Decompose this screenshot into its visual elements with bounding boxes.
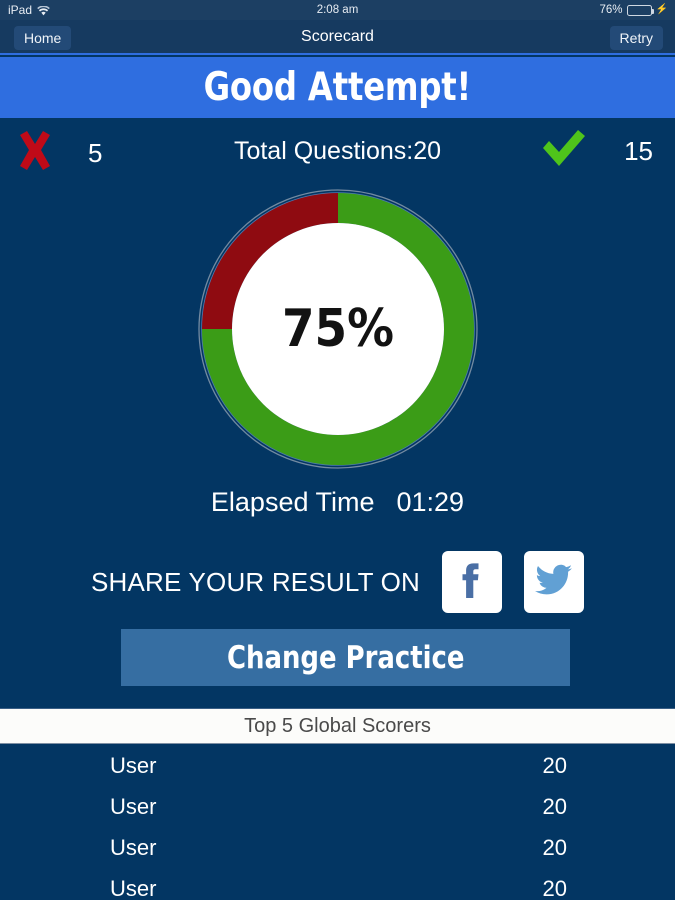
change-practice-button[interactable]: Change Practice [121, 629, 570, 686]
scorer-name: User [110, 834, 157, 860]
scorer-name: User [110, 752, 157, 778]
top-scorers-title: Top 5 Global Scorers [244, 714, 431, 737]
elapsed-time-value: 01:29 [396, 487, 465, 517]
score-percentage-label: 75% [282, 299, 394, 359]
facebook-share-button[interactable] [442, 551, 503, 613]
lightning-bolt-icon: ⚡ [655, 4, 668, 15]
navigation-bar: Home Scorecard Retry [0, 20, 675, 55]
elapsed-time-label: Elapsed Time [210, 487, 375, 517]
battery-icon [626, 4, 655, 16]
share-row: SHARE YOUR RESULT ON [0, 549, 675, 615]
status-bar-time: 2:08 am [316, 4, 359, 16]
scorer-score: 20 [542, 752, 567, 778]
scorecard-screen: iPad 2:08 am 76% ⚡ Home Scorecard Retry … [0, 0, 675, 900]
result-banner: Good Attempt! [0, 57, 675, 118]
twitter-icon [535, 564, 573, 601]
scorer-score: 20 [542, 834, 567, 860]
retry-button[interactable]: Retry [609, 26, 663, 50]
page-title: Scorecard [301, 28, 374, 45]
score-donut-chart: 75% [198, 189, 478, 469]
table-row[interactable]: User 20 [0, 786, 675, 827]
stats-row: 5 Total Questions:20 15 [0, 118, 675, 184]
table-row[interactable]: User 20 [0, 745, 675, 786]
status-bar-right: 76% ⚡ [600, 4, 668, 16]
change-practice-label: Change Practice [226, 639, 465, 676]
correct-count: 15 [624, 136, 653, 166]
top-scorers-list: User 20 User 20 User 20 User 20 [0, 745, 675, 900]
score-chart-container: 75% [0, 186, 675, 476]
result-banner-text: Good Attempt! [203, 65, 472, 110]
elapsed-time-row: Elapsed Time 01:29 [0, 487, 675, 518]
table-row[interactable]: User 20 [0, 868, 675, 900]
share-label: SHARE YOUR RESULT ON [90, 566, 421, 597]
scorer-name: User [110, 793, 157, 819]
facebook-icon [455, 561, 489, 604]
status-bar: iPad 2:08 am 76% ⚡ [0, 0, 675, 20]
scorer-name: User [110, 875, 157, 900]
correct-stat: 15 [540, 128, 653, 175]
twitter-share-button[interactable] [524, 551, 585, 613]
scorer-score: 20 [542, 875, 567, 900]
check-icon [540, 128, 588, 175]
table-row[interactable]: User 20 [0, 827, 675, 868]
top-scorers-header: Top 5 Global Scorers [0, 708, 675, 744]
scorer-score: 20 [542, 793, 567, 819]
battery-percent: 76% [599, 4, 623, 16]
